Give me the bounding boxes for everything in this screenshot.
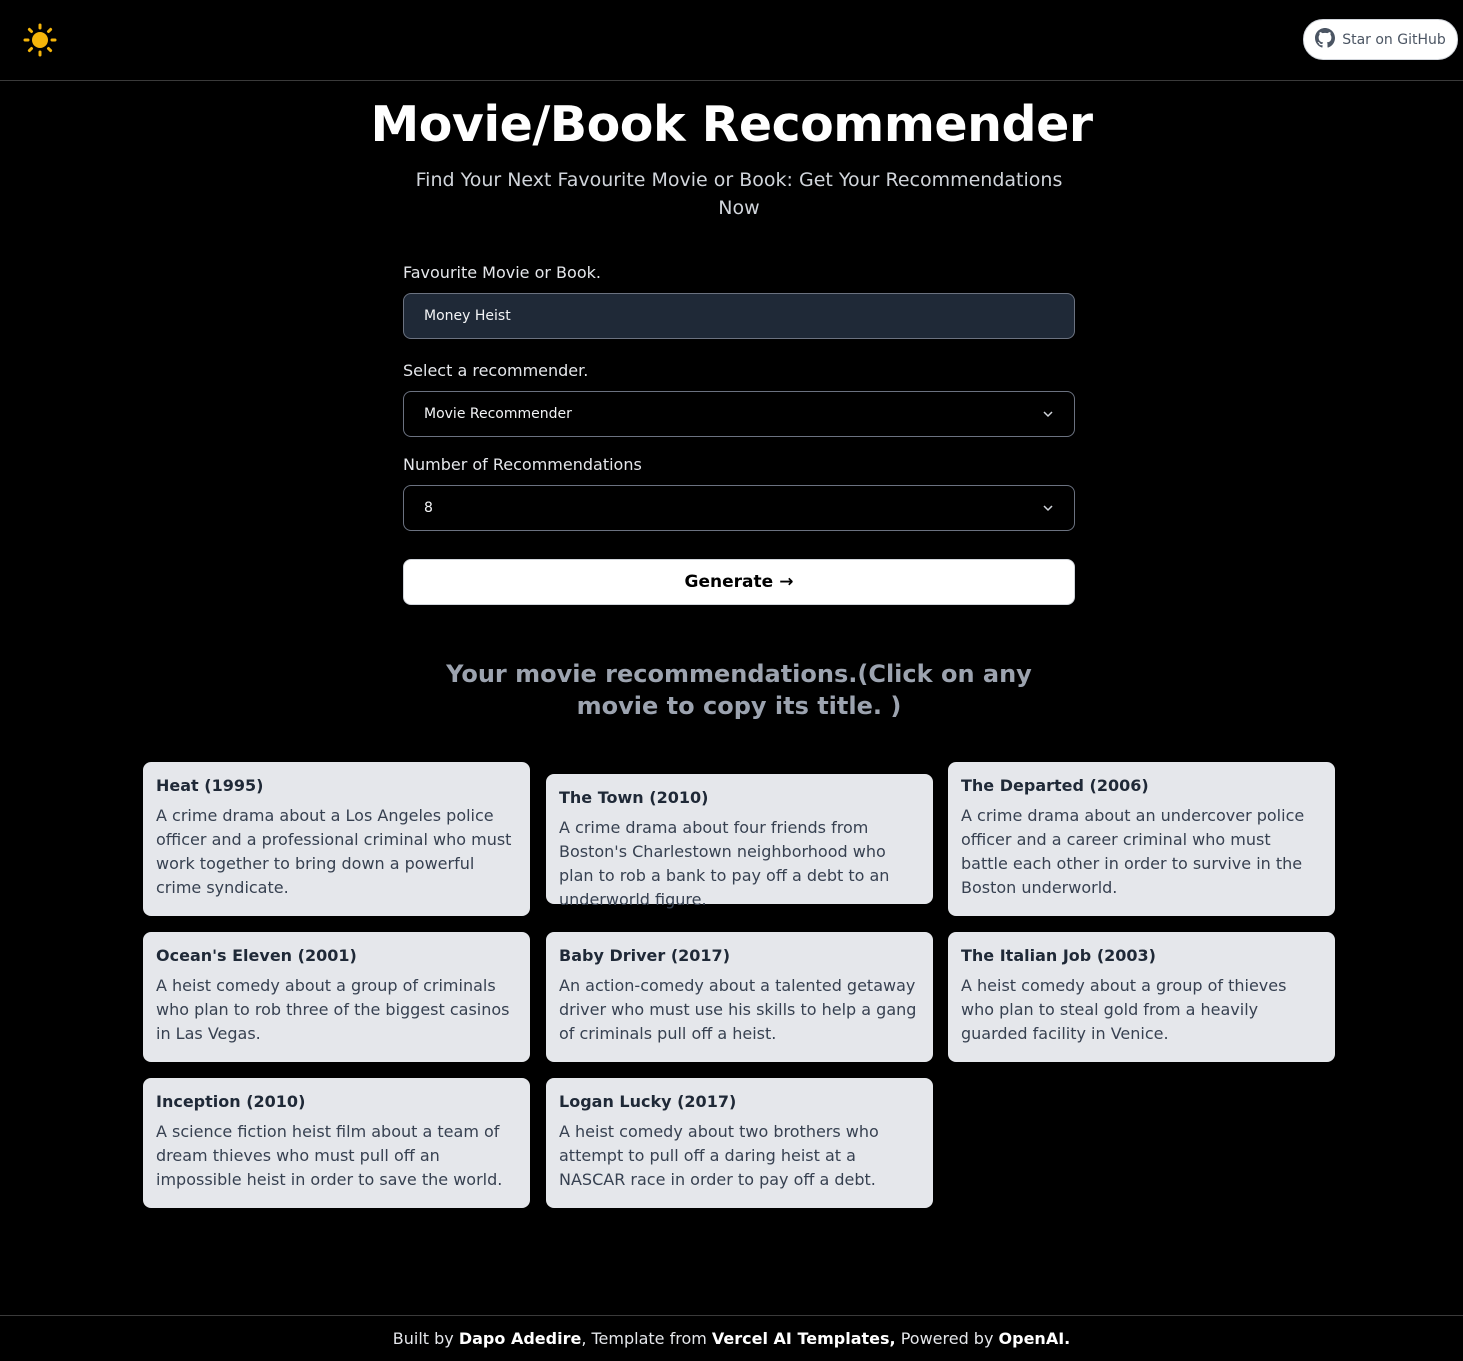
card-title: Inception (2010) <box>156 1092 306 1111</box>
chevron-down-icon <box>1043 505 1053 512</box>
page-subtitle: Find Your Next Favourite Movie or Book: … <box>415 169 1063 219</box>
page-title: Movie/Book Recommender <box>370 96 1094 153</box>
recommendation-card[interactable]: Heat (1995) A crime drama about a Los An… <box>143 762 530 916</box>
footer-powered-by: Powered by <box>895 1329 999 1348</box>
footer-template-from: , Template from <box>581 1329 712 1348</box>
favourite-input[interactable]: Money Heist <box>403 293 1075 339</box>
footer: Built by Dapo Adedire, Template from Ver… <box>0 1315 1463 1361</box>
chevron-down-icon <box>1043 411 1053 418</box>
card-title: The Town (2010) <box>559 788 709 807</box>
card-description: A crime drama about a Los Angeles police… <box>156 806 512 897</box>
card-title: Logan Lucky (2017) <box>559 1092 737 1111</box>
recommender-label: Select a recommender. <box>403 361 589 380</box>
arrow-right-icon: → <box>779 572 794 592</box>
top-bar: Star on GitHub <box>0 0 1463 81</box>
github-icon <box>1315 27 1336 52</box>
recommendation-card[interactable]: Ocean's Eleven (2001) A heist comedy abo… <box>143 932 530 1062</box>
count-select[interactable]: 8 <box>403 485 1075 531</box>
card-description: A heist comedy about a group of criminal… <box>156 976 510 1043</box>
recommendation-card[interactable]: The Italian Job (2003) A heist comedy ab… <box>948 932 1335 1062</box>
recommendation-card[interactable]: Logan Lucky (2017) A heist comedy about … <box>546 1078 933 1208</box>
recommendation-card[interactable]: Baby Driver (2017) An action-comedy abou… <box>546 932 933 1062</box>
card-description: A science fiction heist film about a tea… <box>156 1122 503 1189</box>
github-label: Star on GitHub <box>1342 31 1446 48</box>
card-title: The Departed (2006) <box>961 776 1149 795</box>
card-title: Heat (1995) <box>156 776 264 795</box>
sun-icon[interactable] <box>23 23 57 57</box>
card-description: An action-comedy about a talented getawa… <box>559 976 917 1043</box>
recommender-select[interactable]: Movie Recommender <box>403 391 1075 437</box>
recommendation-card[interactable]: The Departed (2006) A crime drama about … <box>948 762 1335 916</box>
results-heading: Your movie recommendations.(Click on any… <box>446 660 1032 720</box>
count-label: Number of Recommendations <box>403 455 642 474</box>
recommendation-card[interactable]: The Town (2010) A crime drama about four… <box>546 774 933 909</box>
card-title: The Italian Job (2003) <box>961 946 1156 965</box>
card-description: A heist comedy about two brothers who at… <box>559 1122 879 1189</box>
card-description: A heist comedy about a group of thieves … <box>961 976 1287 1043</box>
card-title: Baby Driver (2017) <box>559 946 730 965</box>
recommendation-card[interactable]: Inception (2010) A science fiction heist… <box>143 1078 530 1208</box>
generate-label: Generate <box>684 572 774 592</box>
recommender-select-value: Movie Recommender <box>424 406 572 422</box>
count-select-value: 8 <box>424 500 433 516</box>
footer-author-link[interactable]: Dapo Adedire <box>459 1329 581 1348</box>
favourite-input-value: Money Heist <box>424 308 511 324</box>
footer-template-link[interactable]: Vercel AI Templates, <box>712 1329 896 1348</box>
card-description: A crime drama about four friends from Bo… <box>559 818 890 909</box>
footer-provider-link[interactable]: OpenAI. <box>999 1329 1071 1348</box>
star-on-github-button[interactable]: Star on GitHub <box>1303 19 1458 60</box>
card-title: Ocean's Eleven (2001) <box>156 946 357 965</box>
card-description: A crime drama about an undercover police… <box>961 806 1305 897</box>
footer-built-by: Built by <box>392 1329 459 1348</box>
favourite-label: Favourite Movie or Book. <box>403 263 601 282</box>
generate-button[interactable]: Generate → <box>403 559 1075 605</box>
